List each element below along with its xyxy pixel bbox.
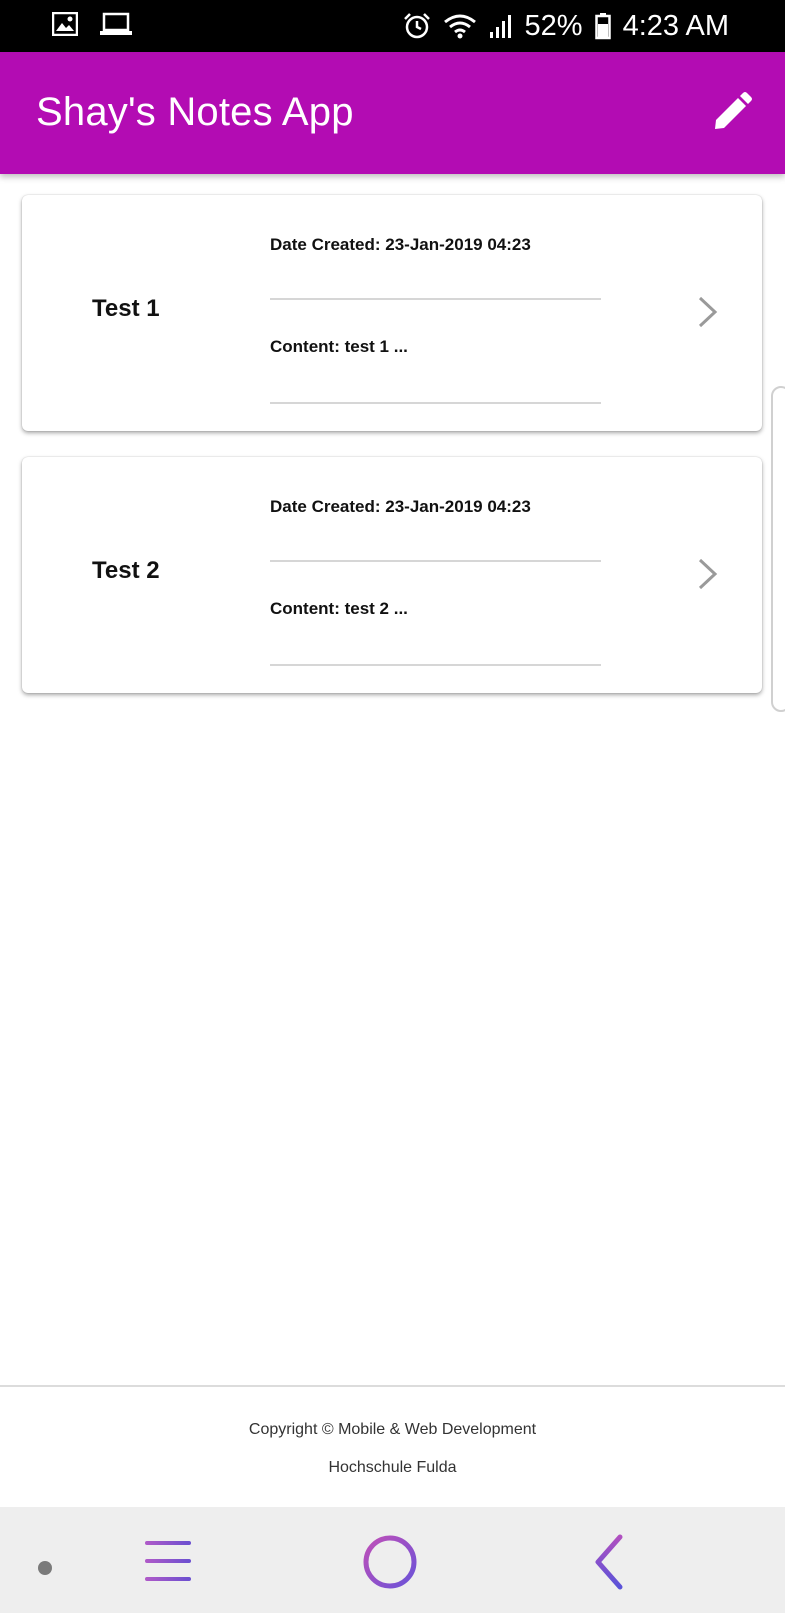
- recent-apps-icon: [143, 1541, 193, 1591]
- status-notifications: [51, 11, 132, 41]
- back-arrow-icon: [590, 1534, 630, 1595]
- notes-screen: 52% 4:23 AM Shay's Notes App Test 1 Date…: [0, 0, 785, 1613]
- divider: [270, 298, 601, 300]
- footer: Copyright © Mobile & Web Development Hoc…: [0, 1385, 785, 1509]
- note-title: Test 1: [92, 295, 160, 322]
- clock: 4:23 AM: [622, 9, 729, 42]
- app-title: Shay's Notes App: [36, 90, 354, 134]
- divider: [270, 560, 601, 562]
- divider: [270, 402, 601, 404]
- image-icon: [51, 11, 79, 41]
- laptop-icon: [100, 12, 132, 41]
- system-nav-bar: [0, 1507, 785, 1613]
- wifi-icon: [443, 12, 477, 40]
- note-title: Test 2: [92, 557, 160, 584]
- home-circle-icon: [361, 1535, 419, 1595]
- divider: [270, 664, 601, 666]
- footer-copyright: Copyright © Mobile & Web Development: [248, 1421, 537, 1438]
- note-card[interactable]: Test 2 Date Created: 23-Jan-2019 04:23 C…: [22, 457, 762, 693]
- note-date: Date Created: 23-Jan-2019 04:23: [270, 235, 531, 254]
- pencil-icon: [712, 92, 752, 136]
- edit-note-button[interactable]: [712, 92, 752, 132]
- recent-apps-button[interactable]: [143, 1537, 193, 1592]
- home-button[interactable]: [361, 1533, 419, 1596]
- note-content: Content: test 1 ...: [270, 337, 408, 356]
- chevron-right-icon: [696, 295, 720, 329]
- note-card[interactable]: Test 1 Date Created: 23-Jan-2019 04:23 C…: [22, 195, 762, 431]
- edge-panel-handle[interactable]: [771, 386, 785, 712]
- battery-icon: [594, 12, 611, 40]
- alarm-icon: [403, 12, 431, 40]
- status-indicators: 52% 4:23 AM: [403, 0, 729, 52]
- note-content: Content: test 2 ...: [270, 599, 408, 618]
- chevron-right-icon: [696, 557, 720, 591]
- status-bar: 52% 4:23 AM: [0, 0, 785, 52]
- footer-institution: Hochschule Fulda: [328, 1459, 457, 1476]
- note-date: Date Created: 23-Jan-2019 04:23: [270, 497, 531, 516]
- signal-icon: [489, 13, 513, 39]
- back-button[interactable]: [590, 1533, 630, 1596]
- battery-percent: 52%: [524, 9, 583, 42]
- nav-dot-indicator: [38, 1561, 52, 1575]
- app-bar: Shay's Notes App: [0, 52, 785, 174]
